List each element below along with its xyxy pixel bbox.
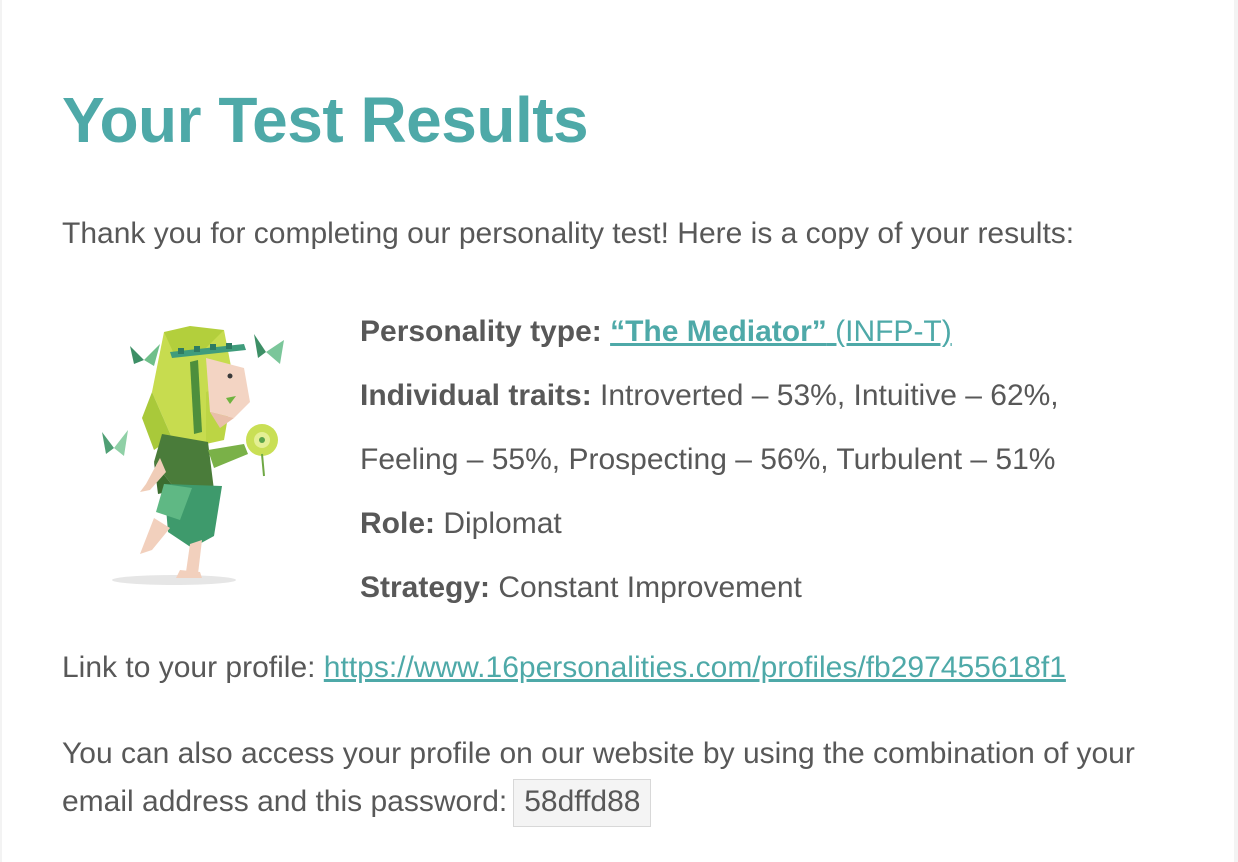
role-label: Role: <box>360 507 435 540</box>
password-code: 58dffd88 <box>513 779 652 828</box>
traits-line-2: Feeling – 55%, Prospecting – 56%, Turbul… <box>360 443 1056 476</box>
strategy-row: Strategy: Constant Improvement <box>360 556 1200 620</box>
traits-row: Individual traits: Introverted – 53%, In… <box>360 364 1200 428</box>
profile-link[interactable]: https://www.16personalities.com/profiles… <box>324 651 1066 684</box>
strategy-label: Strategy: <box>360 571 491 604</box>
profile-link-label: Link to your profile: <box>62 651 324 684</box>
profile-link-line: Link to your profile: https://www.16pers… <box>62 648 1066 688</box>
role-value: Diplomat <box>435 507 562 540</box>
mediator-illustration <box>102 326 284 585</box>
personality-type-name: “The Mediator” <box>610 315 827 348</box>
role-row: Role: Diplomat <box>360 492 1200 556</box>
page-title: Your Test Results <box>62 84 589 156</box>
results-details: Personality type: “The Mediator” (INFP-T… <box>360 300 1200 620</box>
intro-text: Thank you for completing our personality… <box>62 217 1075 250</box>
traits-label: Individual traits: <box>360 379 592 412</box>
access-instructions: You can also access your profile on our … <box>62 730 1202 828</box>
email-content: Your Test Results Thank you for completi… <box>2 0 1234 862</box>
personality-type-label: Personality type: <box>360 315 602 348</box>
strategy-value: Constant Improvement <box>490 571 802 604</box>
traits-row-continued: Feeling – 55%, Prospecting – 56%, Turbul… <box>360 428 1200 492</box>
personality-type-link[interactable]: “The Mediator” (INFP-T) <box>610 315 952 348</box>
personality-type-code: (INFP-T) <box>826 315 952 348</box>
personality-type-row: Personality type: “The Mediator” (INFP-T… <box>360 300 1200 364</box>
traits-line-1: Introverted – 53%, Intuitive – 62%, <box>591 379 1059 412</box>
